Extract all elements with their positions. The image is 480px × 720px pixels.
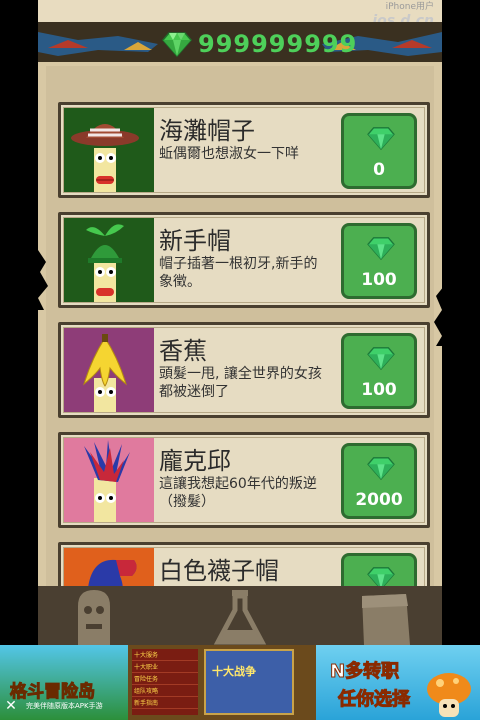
ad-screen-title: 十大战争 <box>212 665 256 678</box>
ad-right-panel[interactable]: N多转职 任你选择 <box>316 645 480 720</box>
stone-head-icon <box>78 590 110 645</box>
green-gem-icon <box>367 237 395 260</box>
banana-peel-icon <box>83 334 127 412</box>
ad-menu-item: 冒险任务 <box>132 673 198 685</box>
buy-button[interactable] <box>341 553 417 586</box>
game-frame: iPhone用户 ios.d.cn 999999999 海灘帽子 蚯偶爾也想淑女… <box>38 0 442 645</box>
shop-item[interactable]: 海灘帽子 蚯偶爾也想淑女一下咩 0 <box>58 102 430 198</box>
green-gem-icon <box>367 347 395 370</box>
gem-counter: 999999999 <box>162 30 357 58</box>
hat-portrait <box>64 548 154 586</box>
sock-hat-icon <box>88 559 137 586</box>
ad-middle-panel[interactable]: 十大服务 十大职业 冒险任务 组队攻略 新手指南 十大战争 <box>128 645 316 720</box>
mushroom-icon <box>427 673 471 717</box>
ad-banner[interactable]: 格斗冒险岛 完美伴随原版本APK手游 十大服务 十大职业 冒险任务 组队攻略 新… <box>0 645 480 720</box>
buy-button[interactable]: 100 <box>341 333 417 409</box>
hat-portrait <box>64 108 154 192</box>
punk-mohawk-icon <box>84 440 130 522</box>
ad-menu-list: 十大服务 十大职业 冒险任务 组队攻略 新手指南 <box>132 649 198 715</box>
hat-portrait <box>64 438 154 522</box>
watermark-text: iPhone用户 <box>385 2 434 12</box>
green-gem-icon <box>367 567 395 586</box>
bottom-tab-bar <box>38 586 442 645</box>
sprout-cap-icon <box>86 224 124 302</box>
item-price: 0 <box>373 160 385 180</box>
item-title: 新手帽 <box>159 227 231 255</box>
stone-block-icon <box>362 594 410 645</box>
ad-menu-item: 新手指南 <box>132 697 198 709</box>
hat-shop-list[interactable]: 海灘帽子 蚯偶爾也想淑女一下咩 0 新手帽 帽子插著一根初牙,新手的象徵。 10… <box>46 66 434 586</box>
item-title: 龐克邱 <box>159 447 231 475</box>
item-title: 海灘帽子 <box>159 117 255 145</box>
relic-tab[interactable] <box>312 586 432 645</box>
item-title: 白色襪子帽 <box>159 557 279 585</box>
shop-item[interactable]: 香蕉 頭髮一甩, 讓全世界的女孩都被迷倒了 100 <box>58 322 430 418</box>
buy-button[interactable]: 2000 <box>341 443 417 519</box>
ad-game-title: 格斗冒险岛 <box>10 682 96 703</box>
item-title: 香蕉 <box>159 337 207 365</box>
currency-header: 999999999 <box>38 22 442 66</box>
ad-slogan-line1: N多转职 <box>329 661 400 683</box>
item-price: 100 <box>361 270 397 290</box>
torn-edge-left <box>36 250 48 310</box>
ad-game-subtitle: 完美伴随原版本APK手游 <box>26 702 103 710</box>
ad-menu-item: 十大职业 <box>132 661 198 673</box>
shop-item[interactable]: 新手帽 帽子插著一根初牙,新手的象徵。 100 <box>58 212 430 308</box>
item-description: 帽子插著一根初牙,新手的象徵。 <box>159 256 318 290</box>
ad-slogan-line2: 任你选择 <box>338 689 411 711</box>
green-gem-icon <box>367 457 395 480</box>
flask-icon <box>213 590 267 645</box>
shop-item[interactable]: 龐克邱 這讓我想起60年代的叛逆（撥髮） 2000 <box>58 432 430 528</box>
torn-edge-right <box>434 286 444 346</box>
item-description: 蚯偶爾也想淑女一下咩 <box>159 146 299 162</box>
ad-close-button[interactable]: ✕ <box>2 697 20 715</box>
buy-button[interactable]: 100 <box>341 223 417 299</box>
character-tab[interactable] <box>48 586 168 645</box>
shop-item[interactable]: 白色襪子帽 <box>58 542 430 586</box>
green-gem-icon <box>162 32 192 57</box>
item-description: 這讓我想起60年代的叛逆（撥髮） <box>159 476 317 510</box>
ad-menu-item: 组队攻略 <box>132 685 198 697</box>
hat-portrait <box>64 328 154 412</box>
hat-portrait <box>64 218 154 302</box>
gem-count: 999999999 <box>198 30 358 58</box>
ad-screenshot: 十大战争 <box>204 649 294 715</box>
item-price: 100 <box>361 380 397 400</box>
green-gem-icon <box>367 127 395 150</box>
lab-tab[interactable] <box>180 586 300 645</box>
item-description: 頭髮一甩, 讓全世界的女孩都被迷倒了 <box>159 366 322 400</box>
item-price: 2000 <box>355 490 403 510</box>
striped-sun-hat-icon <box>71 124 139 192</box>
ad-menu-item: 十大服务 <box>132 649 198 661</box>
buy-button[interactable]: 0 <box>341 113 417 189</box>
